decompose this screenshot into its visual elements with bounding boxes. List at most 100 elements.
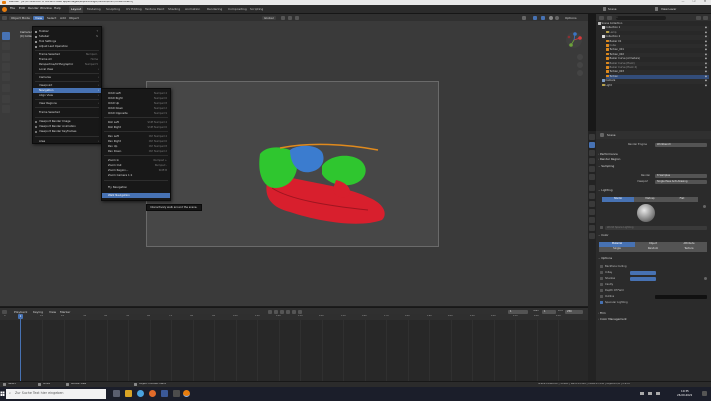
data-tab-icon[interactable]: [589, 225, 595, 231]
color-object-button[interactable]: Object: [635, 242, 671, 247]
tab-compositing[interactable]: Compositing: [226, 6, 249, 13]
tab-texture-paint[interactable]: Texture Paint: [143, 6, 166, 13]
firefox-icon[interactable]: [149, 390, 156, 397]
shadow-slider[interactable]: [630, 276, 656, 281]
nav-item-fly[interactable]: Fly Navigation: [102, 185, 170, 190]
current-frame-field[interactable]: 1: [508, 309, 528, 314]
annotate-tool-icon[interactable]: [2, 95, 10, 103]
taskbar-date[interactable]: 26.09.2021: [677, 394, 692, 397]
view-menu-item-render-keyframes[interactable]: Viewport Render Keyframes: [33, 129, 101, 134]
shadow-settings-icon[interactable]: [704, 277, 707, 280]
shadow-checkbox[interactable]: [600, 277, 603, 280]
color-attribute-button[interactable]: Attribute: [671, 242, 707, 247]
section-lighting[interactable]: ⌄ Lighting: [598, 188, 709, 193]
menu-object[interactable]: Object: [67, 16, 81, 21]
measure-tool-icon[interactable]: [2, 105, 10, 113]
options-dropdown[interactable]: Options: [563, 16, 579, 21]
timeline-editor-icon[interactable]: [2, 309, 7, 314]
tab-animation[interactable]: Animation: [183, 6, 202, 13]
zoom-icon[interactable]: [577, 54, 583, 60]
next-keyframe-icon[interactable]: [292, 309, 296, 314]
playhead[interactable]: 1: [18, 314, 23, 319]
outliner-editor-icon[interactable]: [599, 15, 604, 20]
windows-start-icon[interactable]: [0, 390, 5, 398]
volume-icon[interactable]: [648, 392, 652, 395]
settings-gear-icon[interactable]: [703, 205, 706, 208]
scale-tool-icon[interactable]: [2, 73, 10, 81]
move-tool-icon[interactable]: [2, 53, 10, 61]
scene-selector[interactable]: Scene: [608, 8, 632, 11]
render-engine-select[interactable]: Workbench: [655, 143, 707, 147]
eye-icon[interactable]: ◉: [705, 84, 707, 88]
cavity-checkbox[interactable]: [600, 283, 603, 286]
menu-help[interactable]: Help: [54, 7, 61, 10]
camera-view-icon[interactable]: [577, 70, 583, 76]
tab-layout[interactable]: Layout: [69, 6, 84, 13]
tab-uv-editing[interactable]: UV Editing: [124, 6, 144, 13]
view-layer-selector[interactable]: View Layer: [661, 8, 701, 11]
scene-tab-icon[interactable]: [589, 166, 595, 172]
outline-color-swatch[interactable]: [655, 294, 707, 299]
section-film[interactable]: › Film: [598, 311, 709, 316]
taskbar-time[interactable]: 10:35: [681, 390, 689, 393]
output-tab-icon[interactable]: [589, 150, 595, 156]
start-frame-field[interactable]: 1: [542, 309, 556, 314]
tab-sculpting[interactable]: Sculpting: [104, 6, 122, 13]
end-frame-field[interactable]: 250: [565, 309, 583, 314]
object-tab-icon[interactable]: [589, 185, 595, 191]
view-menu-item-adjust-last[interactable]: Adjust Last Operation: [33, 44, 101, 49]
outline-checkbox[interactable]: [600, 295, 603, 298]
rotate-tool-icon[interactable]: [2, 63, 10, 71]
select-box-tool-icon[interactable]: [2, 32, 10, 40]
transform-tool-icon[interactable]: [2, 84, 10, 92]
color-material-button[interactable]: Material: [599, 242, 635, 247]
nav-item-zoom-camera[interactable]: Zoom Camera 1:1: [102, 173, 170, 178]
pan-icon[interactable]: [577, 62, 583, 68]
view-layer-tab-icon[interactable]: [589, 158, 595, 164]
section-color[interactable]: ⌄ Color: [598, 233, 709, 238]
section-color-management[interactable]: › Color Management: [598, 317, 709, 322]
gizmo-icon[interactable]: [533, 16, 537, 20]
task-view-icon[interactable]: [113, 390, 120, 397]
color-single-button[interactable]: Single: [599, 247, 635, 252]
specular-checkbox[interactable]: [600, 301, 603, 304]
menu-file[interactable]: File: [10, 7, 15, 10]
jump-end-icon[interactable]: [298, 309, 302, 314]
menu-view[interactable]: View: [33, 15, 45, 20]
editor-type-icon[interactable]: [2, 15, 7, 20]
xray-checkbox[interactable]: [600, 271, 603, 274]
outliner-search-input[interactable]: [616, 15, 666, 20]
backface-culling-checkbox[interactable]: [600, 265, 603, 268]
view-menu-item-align-view[interactable]: Align View ›: [33, 93, 101, 98]
aa-render-select[interactable]: 8 Samples: [655, 174, 707, 178]
shading-material-icon[interactable]: [555, 16, 559, 20]
timeline-ruler[interactable]: 0 10 20 30 40 50 60 70 80 90 100 110 120…: [0, 314, 588, 320]
view-menu-item-cameras[interactable]: Cameras ›: [33, 75, 101, 80]
view-menu-item-frame-selected-2[interactable]: Frame Selected: [33, 110, 101, 115]
section-render-region[interactable]: › Render Region: [598, 157, 709, 162]
transform-orientation[interactable]: Global: [262, 15, 276, 20]
snap-icon[interactable]: [288, 16, 292, 20]
tab-shading[interactable]: Shading: [166, 6, 182, 13]
xray-alpha-slider[interactable]: [630, 270, 656, 275]
menu-select[interactable]: Select: [45, 16, 58, 21]
blender-menu-icon[interactable]: [2, 7, 7, 12]
timeline-area[interactable]: [0, 314, 588, 381]
notifications-icon[interactable]: [702, 391, 707, 396]
proportional-edit-icon[interactable]: [295, 16, 299, 20]
visibility-icon[interactable]: [522, 16, 526, 20]
tab-rendering[interactable]: Rendering: [205, 6, 224, 13]
world-tab-icon[interactable]: [589, 174, 595, 180]
modifier-tab-icon[interactable]: [589, 193, 595, 199]
menu-window[interactable]: Window: [40, 7, 52, 10]
color-random-button[interactable]: Random: [635, 247, 671, 252]
aa-viewport-select[interactable]: Single Pass Anti-Aliasing: [655, 180, 707, 184]
render-tab-icon[interactable]: [589, 142, 595, 148]
constraints-tab-icon[interactable]: [589, 217, 595, 223]
dof-checkbox[interactable]: [600, 289, 603, 292]
navigation-gizmo[interactable]: [565, 31, 583, 49]
outliner-row[interactable]: Light ◉: [602, 83, 709, 88]
play-reverse-icon[interactable]: [280, 309, 284, 314]
new-collection-icon[interactable]: [703, 15, 708, 20]
jump-start-icon[interactable]: [268, 309, 272, 314]
